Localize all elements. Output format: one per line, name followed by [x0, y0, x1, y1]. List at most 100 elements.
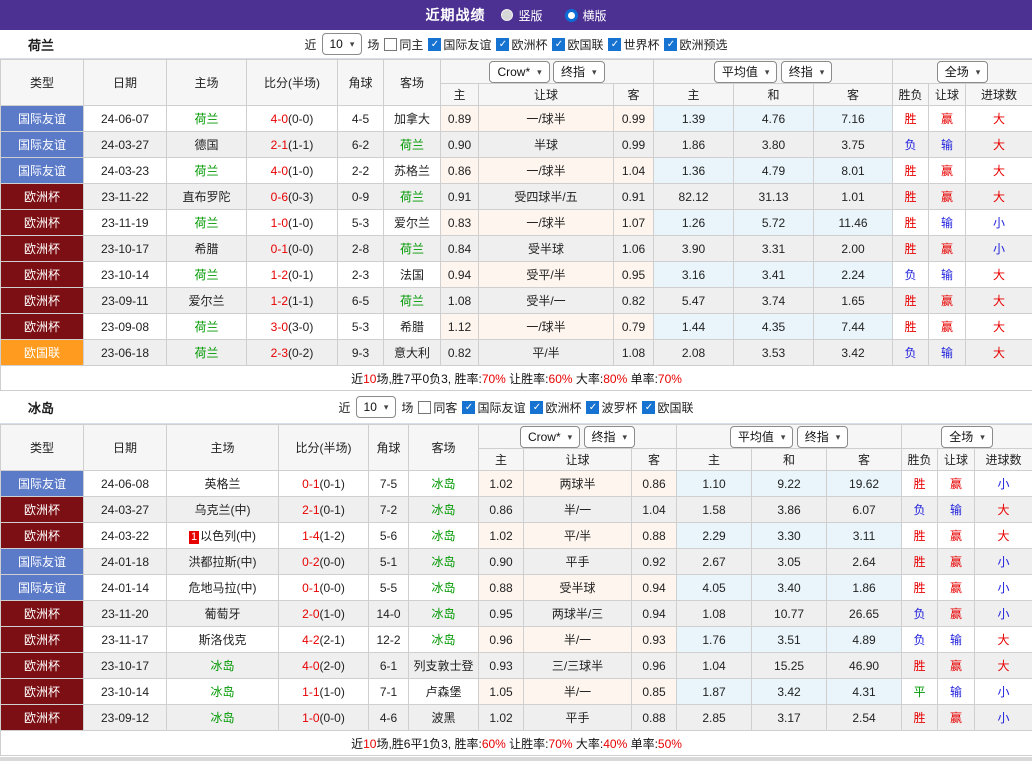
filter-label: 欧洲预选	[679, 36, 727, 53]
results-table: 类型日期主场比分(半场)角球客场Crow*▾ 终指▾平均值▾ 终指▾全场▾主让球…	[0, 424, 1032, 756]
average-final-select[interactable]: 终指▾	[797, 426, 849, 448]
odds-away: 0.99	[614, 132, 654, 158]
match-date: 23-10-17	[84, 653, 167, 679]
title-bar: 近期战绩 竖版 横版	[0, 0, 1032, 30]
odds-home: 0.82	[441, 340, 479, 366]
match-type-badge: 国际友谊	[1, 132, 84, 158]
chevron-down-icon: ▾	[384, 398, 389, 416]
same-side-checkbox[interactable]: 同客	[418, 399, 457, 416]
match-score: 0-2(0-0)	[279, 549, 369, 575]
recent-count-select[interactable]: 10▾	[322, 33, 363, 55]
corner-count: 0-9	[338, 184, 384, 210]
odds-final-select[interactable]: 终指▾	[584, 426, 636, 448]
result-goals: 大	[975, 497, 1032, 523]
avg-draw-odds: 4.76	[734, 106, 814, 132]
match-score: 0-1(0-0)	[247, 236, 338, 262]
away-team: 波黑	[409, 705, 479, 731]
recent-count-select[interactable]: 10▾	[356, 396, 397, 418]
away-team: 希腊	[384, 314, 441, 340]
avg-home-odds: 1.87	[677, 679, 752, 705]
odds-away: 0.91	[614, 184, 654, 210]
team-section: 荷兰近10▾场同主✓国际友谊✓欧洲杯✓欧国联✓世界杯✓欧洲预选类型日期主场比分(…	[0, 30, 1032, 391]
league-filter-checkbox[interactable]: ✓欧洲杯	[530, 399, 581, 416]
away-team: 冰岛	[409, 575, 479, 601]
corner-count: 7-5	[369, 471, 409, 497]
match-score: 4-0(0-0)	[247, 106, 338, 132]
home-team: 直布罗陀	[167, 184, 247, 210]
odds-source-select[interactable]: Crow*▾	[520, 426, 580, 448]
col-score: 比分(半场)	[279, 425, 369, 471]
radio-horizontal-layout[interactable]: 横版	[565, 7, 607, 24]
corner-count: 6-2	[338, 132, 384, 158]
sub-header: 客	[614, 84, 654, 106]
avg-home-odds: 3.16	[654, 262, 734, 288]
odds-final-select[interactable]: 终指▾	[553, 61, 605, 83]
result-wdl: 胜	[902, 653, 938, 679]
result-wdl: 胜	[902, 705, 938, 731]
odds-home: 0.89	[441, 106, 479, 132]
odds-away: 0.99	[614, 106, 654, 132]
section-filter-bar: 冰岛近10▾场同客✓国际友谊✓欧洲杯✓波罗杯✓欧国联	[0, 391, 1032, 424]
match-type-badge: 欧洲杯	[1, 497, 84, 523]
sub-header: 主	[677, 449, 752, 471]
corner-count: 7-2	[369, 497, 409, 523]
home-team: 乌克兰(中)	[167, 497, 279, 523]
match-score: 1-4(1-2)	[279, 523, 369, 549]
match-date: 23-10-14	[84, 679, 167, 705]
away-team: 冰岛	[409, 523, 479, 549]
sub-header: 胜负	[902, 449, 938, 471]
match-type-badge: 欧洲杯	[1, 627, 84, 653]
league-filter-checkbox[interactable]: ✓波罗杯	[586, 399, 637, 416]
same-side-checkbox[interactable]: 同主	[384, 36, 423, 53]
league-filter-checkbox[interactable]: ✓世界杯	[608, 36, 659, 53]
fullmatch-select[interactable]: 全场▾	[937, 61, 989, 83]
home-team: 爱尔兰	[167, 288, 247, 314]
match-date: 23-11-22	[84, 184, 167, 210]
col-type: 类型	[1, 425, 84, 471]
col-date: 日期	[84, 425, 167, 471]
result-handicap: 输	[929, 132, 966, 158]
odds-home: 1.08	[441, 288, 479, 314]
checked-checkbox-icon: ✓	[586, 401, 599, 414]
match-type-badge: 欧洲杯	[1, 236, 84, 262]
away-team: 冰岛	[409, 601, 479, 627]
average-final-select[interactable]: 终指▾	[781, 61, 833, 83]
team-sections-container: 荷兰近10▾场同主✓国际友谊✓欧洲杯✓欧国联✓世界杯✓欧洲预选类型日期主场比分(…	[0, 30, 1032, 756]
match-score: 1-0(1-0)	[247, 210, 338, 236]
avg-home-odds: 1.76	[677, 627, 752, 653]
league-filter-checkbox[interactable]: ✓国际友谊	[462, 399, 525, 416]
league-filter-checkbox[interactable]: ✓欧国联	[552, 36, 603, 53]
average-select[interactable]: 平均值▾	[730, 426, 794, 448]
away-team: 爱尔兰	[384, 210, 441, 236]
match-date: 24-03-22	[84, 523, 167, 549]
odds-away: 1.07	[614, 210, 654, 236]
league-filter-checkbox[interactable]: ✓欧国联	[642, 399, 693, 416]
league-filter-checkbox[interactable]: ✓欧洲预选	[664, 36, 727, 53]
home-team: 荷兰	[167, 314, 247, 340]
league-filter-checkbox[interactable]: ✓欧洲杯	[496, 36, 547, 53]
result-handicap: 赢	[938, 653, 975, 679]
fullmatch-select[interactable]: 全场▾	[941, 426, 993, 448]
odds-away: 1.04	[614, 158, 654, 184]
average-select[interactable]: 平均值▾	[714, 61, 778, 83]
col-date: 日期	[84, 60, 167, 106]
odds-home: 0.84	[441, 236, 479, 262]
avg-away-odds: 3.11	[827, 523, 902, 549]
odds-home: 1.12	[441, 314, 479, 340]
league-filter-checkbox[interactable]: ✓国际友谊	[428, 36, 491, 53]
radio-horizontal-label: 横版	[583, 7, 607, 24]
odds-away: 1.06	[614, 236, 654, 262]
match-row: 欧洲杯23-09-12冰岛1-0(0-0)4-6波黑1.02平手0.882.85…	[1, 705, 1032, 731]
filter-label: 国际友谊	[443, 36, 491, 53]
avg-home-odds: 82.12	[654, 184, 734, 210]
summary-row: 近10场,胜7平0负3, 胜率:70% 让胜率:60% 大率:80% 单率:70…	[1, 366, 1032, 391]
odds-home: 1.05	[479, 679, 524, 705]
corner-count: 2-2	[338, 158, 384, 184]
odds-source-select[interactable]: Crow*▾	[489, 61, 549, 83]
handicap-line: 三/三球半	[524, 653, 632, 679]
match-date: 24-06-07	[84, 106, 167, 132]
avg-away-odds: 4.89	[827, 627, 902, 653]
handicap-line: 一/球半	[479, 210, 614, 236]
match-row: 国际友谊24-06-07荷兰4-0(0-0)4-5加拿大0.89一/球半0.99…	[1, 106, 1032, 132]
radio-vertical-layout[interactable]: 竖版	[501, 7, 542, 24]
